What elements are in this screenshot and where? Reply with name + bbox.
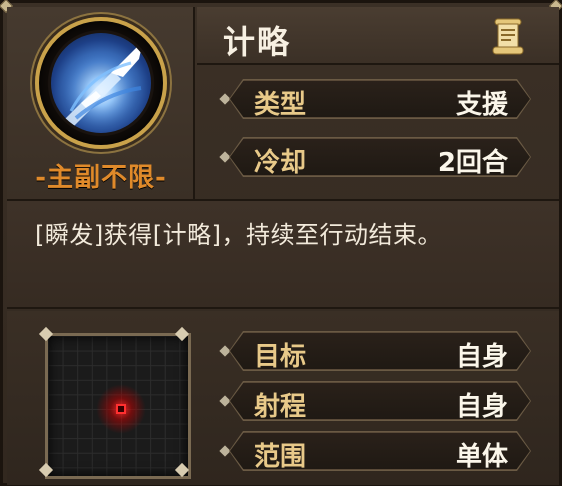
attribute-label: 类型 — [254, 90, 307, 120]
skill-emblem — [35, 17, 167, 149]
attribute-value: 自身 — [455, 342, 508, 372]
skill-emblem-area: -主副不限- — [7, 7, 195, 199]
row-bullet-icon — [219, 93, 231, 105]
range-grid — [45, 333, 191, 479]
skill-description-area: [瞬发]获得[计略]，持续至行动结束。 — [7, 199, 559, 309]
attribute-value: 单体 — [455, 442, 508, 472]
attribute-value: 支援 — [455, 90, 508, 120]
slot-restriction-label: -主副不限- — [35, 163, 167, 193]
attribute-row-target: 目标 自身 — [230, 332, 530, 370]
attribute-row-cooldown: 冷却 2回合 — [230, 138, 530, 176]
scroll-icon[interactable] — [489, 15, 529, 59]
skill-header: 计略 — [197, 7, 559, 65]
attribute-row-type: 类型 支援 — [230, 80, 530, 118]
attribute-label: 目标 — [254, 342, 307, 372]
row-bullet-icon — [219, 151, 231, 163]
skill-info-panel: -主副不限- 计略 类型 支援 冷却 2回合 [瞬发]获得[计略]，持续至行动结… — [0, 0, 562, 486]
attribute-label: 冷却 — [254, 148, 307, 178]
attribute-value: 自身 — [455, 392, 508, 422]
attribute-value: 2回合 — [437, 148, 508, 178]
skill-description: [瞬发]获得[计略]，持续至行动结束。 — [35, 221, 442, 249]
blue-spear-skill-icon — [51, 33, 151, 133]
attribute-row-area: 范围 单体 — [230, 432, 530, 470]
attribute-row-range: 射程 自身 — [230, 382, 530, 420]
range-target-cell — [116, 404, 126, 414]
skill-name: 计略 — [223, 23, 292, 61]
attribute-label: 射程 — [254, 392, 307, 422]
attribute-label: 范围 — [254, 442, 307, 472]
